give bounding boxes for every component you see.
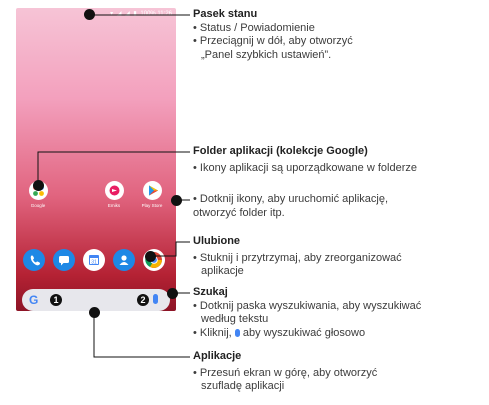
callout-bullet: • Przeciągnij w dół, aby otworzyć (193, 35, 353, 47)
callout-dot (167, 288, 178, 299)
callout-bullet: aplikacje (201, 265, 244, 277)
callout-aplikacje: Aplikacje • Przesuń ekran w górę, aby ot… (193, 350, 377, 394)
callout-bullet-voice: • Kliknij, aby wyszukiwać głosowo (193, 327, 421, 341)
callout-title: Aplikacje (193, 350, 242, 362)
callout-ulubione: Ulubione • Stuknij i przytrzymaj, aby zr… (193, 235, 402, 279)
callout-dot (145, 251, 156, 262)
callout-pasek-stanu: Pasek stanu • Status / Powiadomienie • P… (193, 8, 353, 62)
callout-dot (33, 180, 44, 191)
callout-folder: Folder aplikacji (kolekcje Google) • Iko… (193, 145, 417, 175)
callout-bullet: według tekstu (201, 313, 269, 325)
callout-bullet: otworzyć folder itp. (193, 206, 285, 219)
callout-szukaj: Szukaj • Dotknij paska wyszukiwania, aby… (193, 286, 421, 340)
callout-title: Szukaj (193, 286, 228, 298)
callout-bullet: aby wyszukiwać głosowo (242, 326, 366, 339)
callout-bullet: „Panel szybkich ustawień”. (201, 48, 332, 61)
callout-dot (171, 195, 182, 206)
callout-bullet: • Dotknij ikony, aby uruchomić aplikację… (193, 193, 389, 205)
mic-icon (234, 328, 240, 337)
callout-dotknij: • Dotknij ikony, aby uruchomić aplikację… (193, 193, 388, 220)
callout-bullet: • Przesuń ekran w górę, aby otworzyć (193, 366, 378, 379)
callout-title: Ulubione (193, 235, 241, 247)
callout-bullet: • Dotknij paska wyszukiwania, aby wyszuk… (193, 299, 422, 312)
callout-title: Folder aplikacji (kolekcje Google) (193, 145, 368, 157)
callout-bullet: • Status / Powiadomienie (193, 21, 315, 34)
callout-bullet: • Ikony aplikacji są uporządkowane w fol… (193, 161, 417, 174)
callout-dot (89, 307, 100, 318)
callout-title: Pasek stanu (193, 8, 258, 20)
callout-bullet: szufladę aplikacji (201, 380, 285, 392)
callout-bullet: • Kliknij, (193, 326, 232, 339)
callout-dot (84, 9, 95, 20)
callout-bullet: • Stuknij i przytrzymaj, aby zreorganizo… (193, 251, 402, 264)
